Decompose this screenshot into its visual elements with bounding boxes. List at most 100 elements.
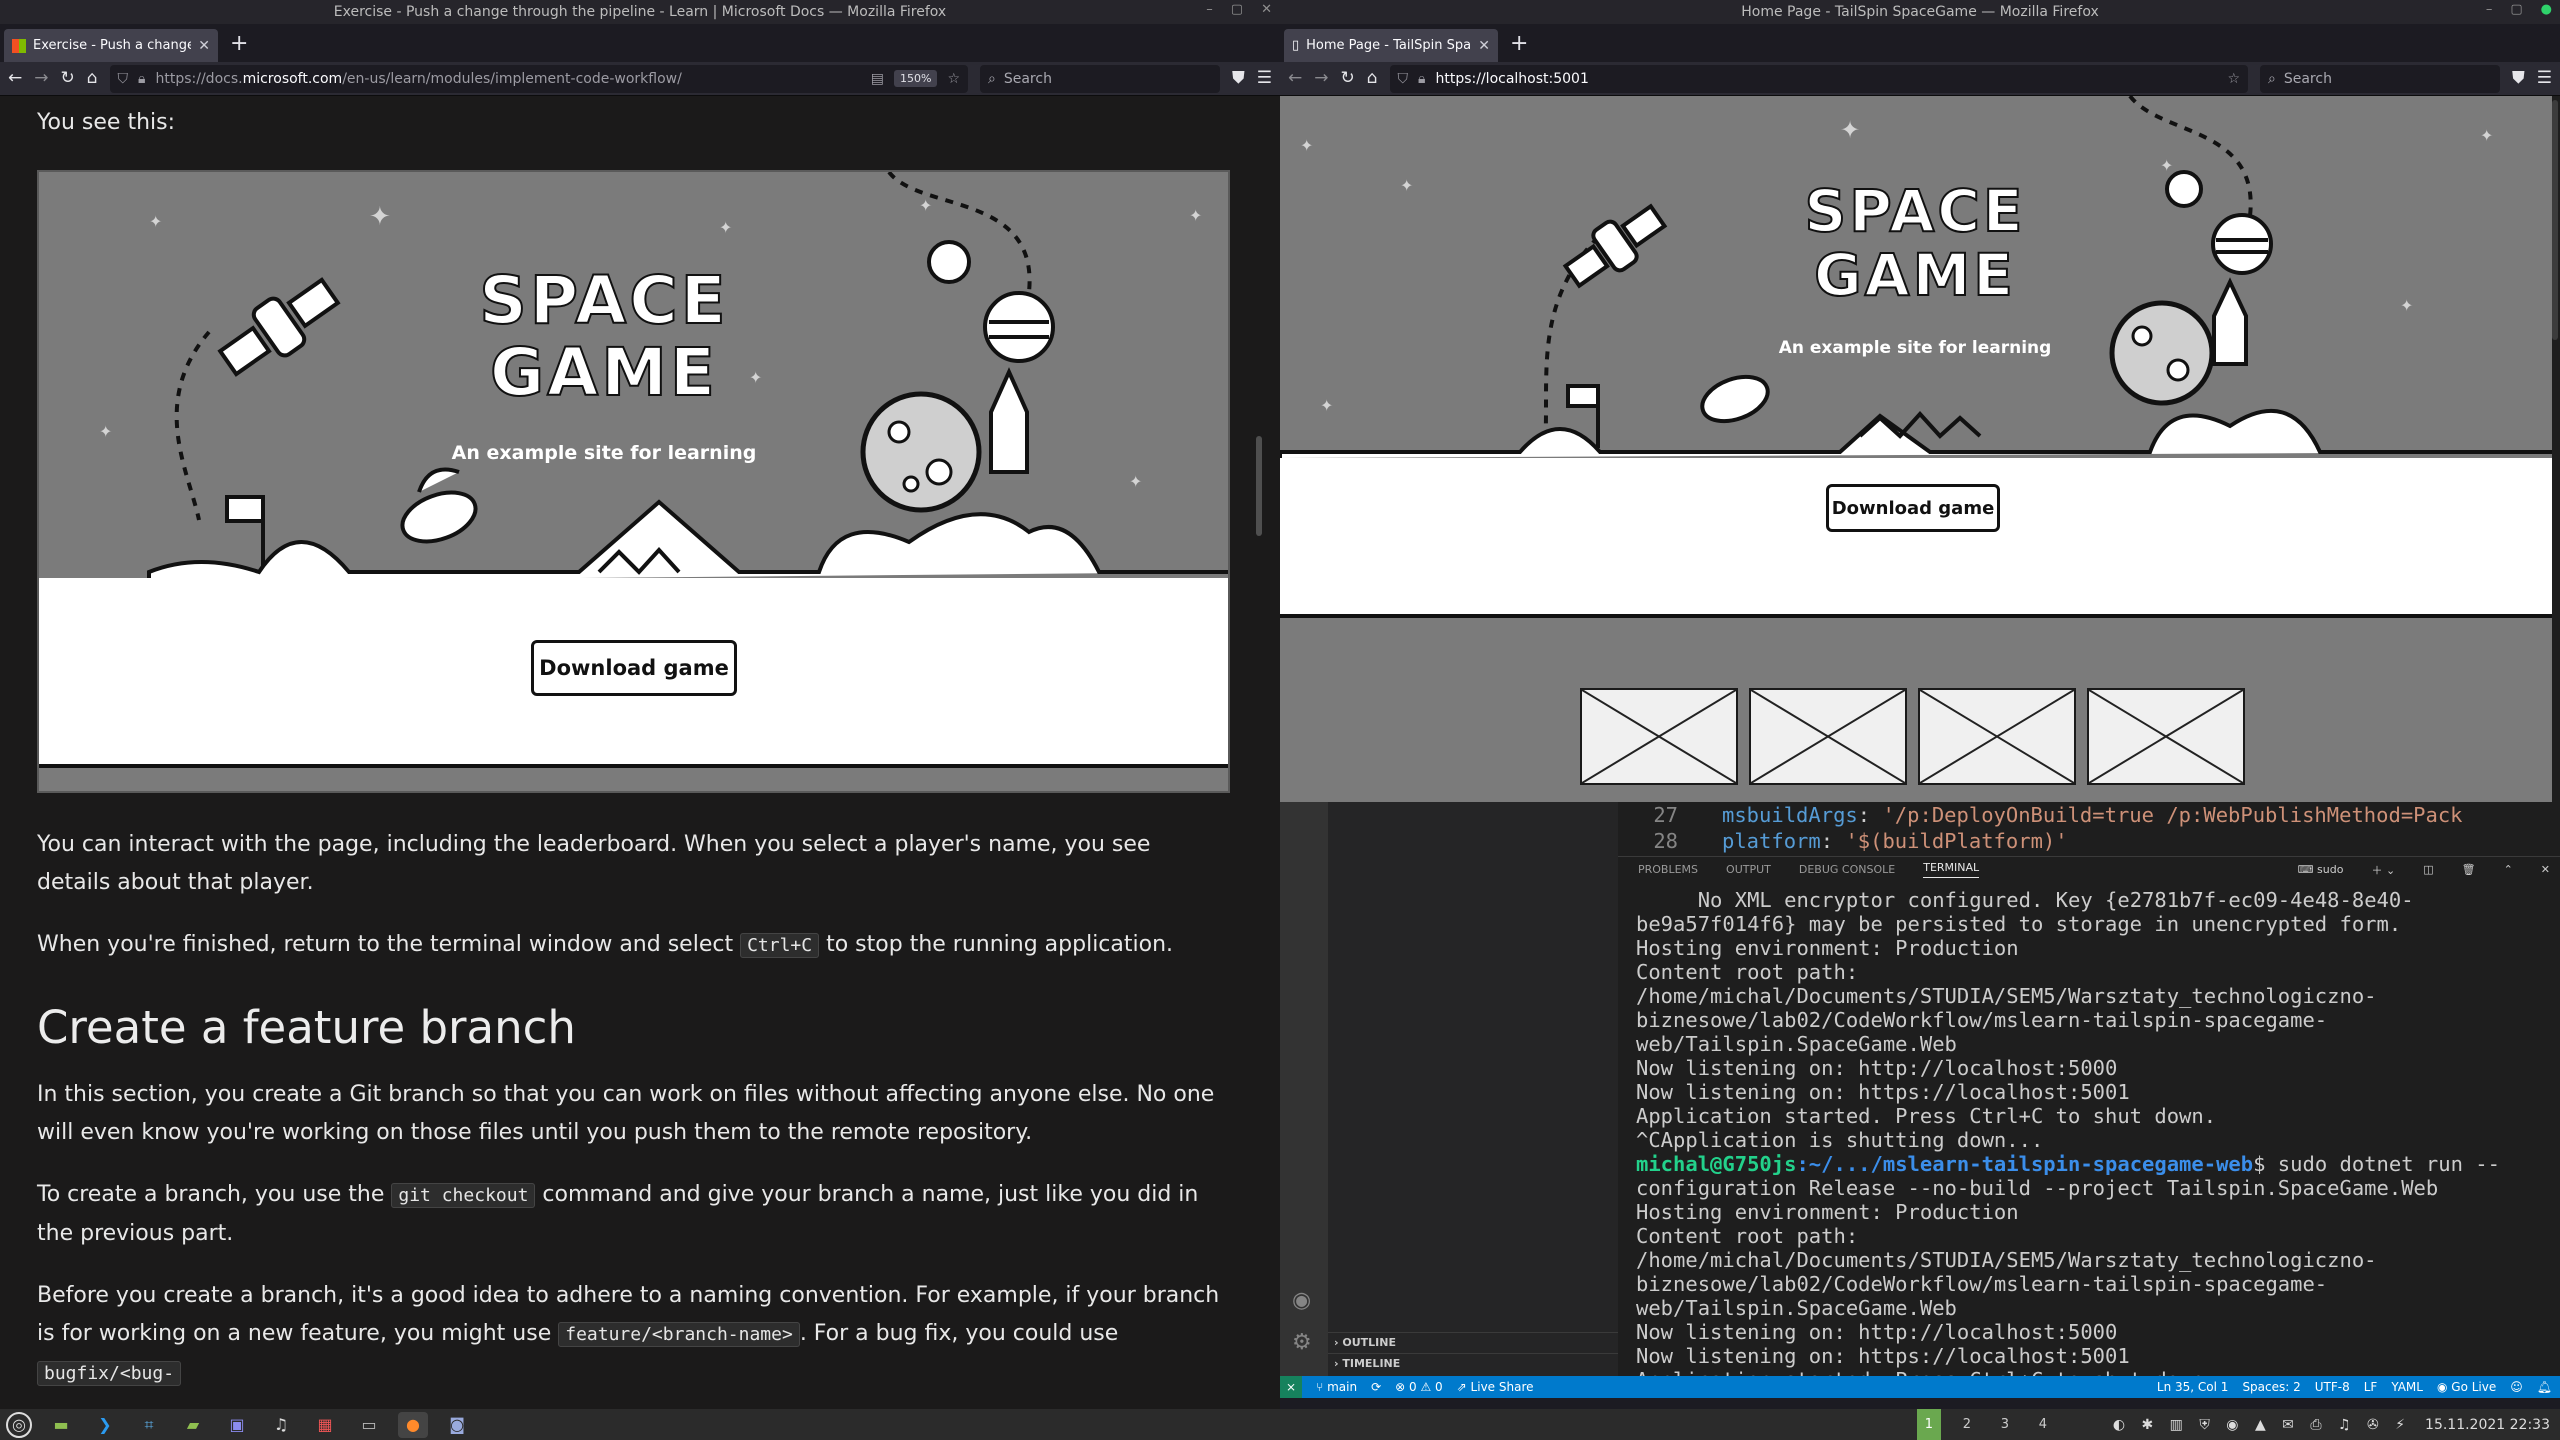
download-game-button[interactable]: Download game: [1826, 484, 2000, 532]
navigation-toolbar: ← → ↻ ⌂ ⛉ 🔒︎ https://docs.microsoft.com/…: [0, 62, 1280, 96]
indentation[interactable]: Spaces: 2: [2242, 1380, 2300, 1394]
live-share-button[interactable]: ⇗ Live Share: [1457, 1380, 1534, 1394]
reload-icon[interactable]: ↻: [61, 70, 75, 87]
paragraph-interact: You can interact with the page, includin…: [37, 832, 1151, 895]
vscode-icon[interactable]: ❯: [90, 1412, 120, 1438]
bugfix-branch-code: bugfix/<bug-: [37, 1361, 182, 1386]
problems-status[interactable]: ⊗ 0 ⚠ 0: [1395, 1380, 1443, 1394]
search-input[interactable]: ⌕ Search: [980, 64, 1220, 93]
docs-article: You see this: ✦ ✦ ✦ ✦ ✦ ✦ ✦ ✦ SPACE GAME…: [0, 96, 1264, 1409]
shield-icon[interactable]: ⛉: [1398, 72, 1409, 86]
shield-icon[interactable]: ⛉: [118, 72, 129, 86]
thumbnail-placeholder[interactable]: [2087, 688, 2245, 785]
split-terminal-icon[interactable]: ◫: [2423, 863, 2433, 876]
url-text[interactable]: https://docs.microsoft.com/en-us/learn/m…: [156, 71, 861, 87]
thumbnail-placeholder[interactable]: [1580, 688, 1738, 785]
menu-icon[interactable]: ◎: [6, 1411, 32, 1438]
home-icon[interactable]: ⌂: [1367, 70, 1378, 87]
bookmark-star-icon[interactable]: ☆: [947, 72, 960, 86]
new-tab-icon[interactable]: +: [1498, 31, 1540, 62]
settings-gear-icon[interactable]: ⚙: [1292, 1332, 1312, 1354]
game-title: SPACE GAME: [478, 262, 729, 411]
forward-icon[interactable]: →: [1314, 70, 1328, 87]
close-icon[interactable]: ✕: [1261, 2, 1272, 17]
minimize-icon[interactable]: –: [1206, 2, 1213, 17]
line-ending[interactable]: LF: [2364, 1380, 2378, 1394]
calendar-icon[interactable]: ▦: [310, 1412, 340, 1438]
reader-view-icon[interactable]: ▤: [871, 72, 884, 86]
address-bar[interactable]: ⛉ 🔒︎ https://docs.microsoft.com/en-us/le…: [109, 64, 968, 93]
workspace-3[interactable]: 3: [1993, 1409, 2017, 1440]
terminal-shell-label[interactable]: ⌨ sudo: [2298, 863, 2344, 876]
address-bar[interactable]: ⛉ 🔒︎ https://localhost:5001 ☆: [1389, 64, 2248, 93]
lock-icon[interactable]: 🔒︎: [1418, 72, 1425, 86]
close-tab-icon[interactable]: ✕: [1478, 38, 1490, 54]
maximize-icon[interactable]: ▢: [1231, 2, 1243, 17]
feedback-icon[interactable]: ☺: [2510, 1380, 2523, 1394]
forward-icon[interactable]: →: [34, 70, 48, 87]
tab-debug-console[interactable]: DEBUG CONSOLE: [1799, 863, 1895, 876]
firefox-icon[interactable]: ●: [398, 1411, 428, 1438]
menu-icon[interactable]: ☰: [1257, 70, 1272, 87]
yaml-editor[interactable]: 27 msbuildArgs: '/p:DeployOnBuild=true /p…: [1618, 802, 2560, 856]
music-icon[interactable]: ♫: [266, 1412, 296, 1438]
thumbnail-placeholder[interactable]: [1749, 688, 1907, 785]
timeline-section[interactable]: › TIMELINE: [1328, 1353, 1618, 1373]
panel-tabs: PROBLEMS OUTPUT DEBUG CONSOLE TERMINAL ⌨…: [1618, 856, 2560, 882]
teams-icon[interactable]: ▣: [222, 1412, 252, 1438]
terminal-output[interactable]: No XML encryptor configured. Key {e2781b…: [1618, 888, 2560, 1398]
tab-home-page[interactable]: ▯ Home Page - TailSpin SpaceGame ✕: [1284, 29, 1498, 62]
remote-icon[interactable]: ⨯: [1280, 1376, 1303, 1398]
tray-icons[interactable]: ◐ ✱ ▥ ⛨ ◉ ▲ ✉ ⎙ ♫ ✇ ⚡: [2113, 1417, 2411, 1433]
reload-icon[interactable]: ↻: [1341, 70, 1355, 87]
maximize-panel-icon[interactable]: ⌃: [2504, 863, 2513, 876]
terminal-icon[interactable]: ▭: [354, 1412, 384, 1438]
lock-icon[interactable]: 🔒︎: [138, 72, 145, 86]
folder-icon[interactable]: ▰: [178, 1412, 208, 1438]
close-panel-icon[interactable]: ✕: [2541, 863, 2550, 876]
page-scrollbar[interactable]: [1256, 436, 1262, 536]
search-input[interactable]: ⌕ Search: [2260, 64, 2500, 93]
intro-text: You see this:: [37, 110, 175, 135]
page-scrollbar[interactable]: [2552, 100, 2558, 340]
new-tab-icon[interactable]: +: [218, 31, 260, 62]
sync-icon[interactable]: ⟳: [1371, 1380, 1381, 1394]
tab-problems[interactable]: PROBLEMS: [1638, 863, 1698, 876]
url-text[interactable]: https://localhost:5001: [1436, 71, 2218, 87]
pocket-icon[interactable]: ⛊: [1232, 70, 1245, 87]
outline-section[interactable]: › OUTLINE: [1328, 1332, 1618, 1352]
screenshot-icon[interactable]: ◙: [442, 1412, 472, 1438]
cursor-position[interactable]: Ln 35, Col 1: [2157, 1380, 2229, 1394]
tab-docs[interactable]: Exercise - Push a change through the pip…: [4, 29, 218, 62]
minimize-icon[interactable]: –: [2486, 2, 2493, 17]
go-live-button[interactable]: ◉ Go Live: [2437, 1380, 2496, 1394]
encoding[interactable]: UTF-8: [2315, 1380, 2350, 1394]
files-icon[interactable]: ▬: [46, 1412, 76, 1438]
workspace-2[interactable]: 2: [1955, 1409, 1979, 1440]
screenshot-thumbnails: [1580, 688, 2260, 785]
zoom-indicator[interactable]: 150%: [893, 70, 938, 87]
home-icon[interactable]: ⌂: [87, 70, 98, 87]
tab-terminal[interactable]: TERMINAL: [1923, 861, 1980, 878]
account-icon[interactable]: ◉: [1292, 1290, 1311, 1312]
clock[interactable]: 15.11.2021 22:33: [2425, 1417, 2550, 1433]
back-icon[interactable]: ←: [8, 70, 22, 87]
close-icon[interactable]: ●: [2541, 2, 2552, 17]
tab-output[interactable]: OUTPUT: [1726, 863, 1771, 876]
menu-icon[interactable]: ☰: [2537, 70, 2552, 87]
ide-icon[interactable]: ⌗: [134, 1412, 164, 1438]
bookmark-star-icon[interactable]: ☆: [2227, 72, 2240, 86]
language-mode[interactable]: YAML: [2391, 1380, 2423, 1394]
workspace-1[interactable]: 1: [1916, 1409, 1941, 1440]
trash-icon[interactable]: 🗑︎: [2462, 863, 2476, 876]
back-icon[interactable]: ←: [1288, 70, 1302, 87]
branch-status[interactable]: ⑂ main: [1316, 1380, 1357, 1394]
notifications-icon[interactable]: 🔔︎: [2537, 1380, 2552, 1394]
thumbnail-placeholder[interactable]: [1918, 688, 2076, 785]
paragraph-git-checkout: To create a branch, you use the git chec…: [37, 1182, 1199, 1246]
close-tab-icon[interactable]: ✕: [198, 38, 210, 54]
maximize-icon[interactable]: ▢: [2510, 2, 2522, 17]
workspace-4[interactable]: 4: [2031, 1409, 2055, 1440]
new-terminal-icon[interactable]: ＋ ⌄: [2371, 862, 2395, 878]
pocket-icon[interactable]: ⛊: [2512, 70, 2525, 87]
